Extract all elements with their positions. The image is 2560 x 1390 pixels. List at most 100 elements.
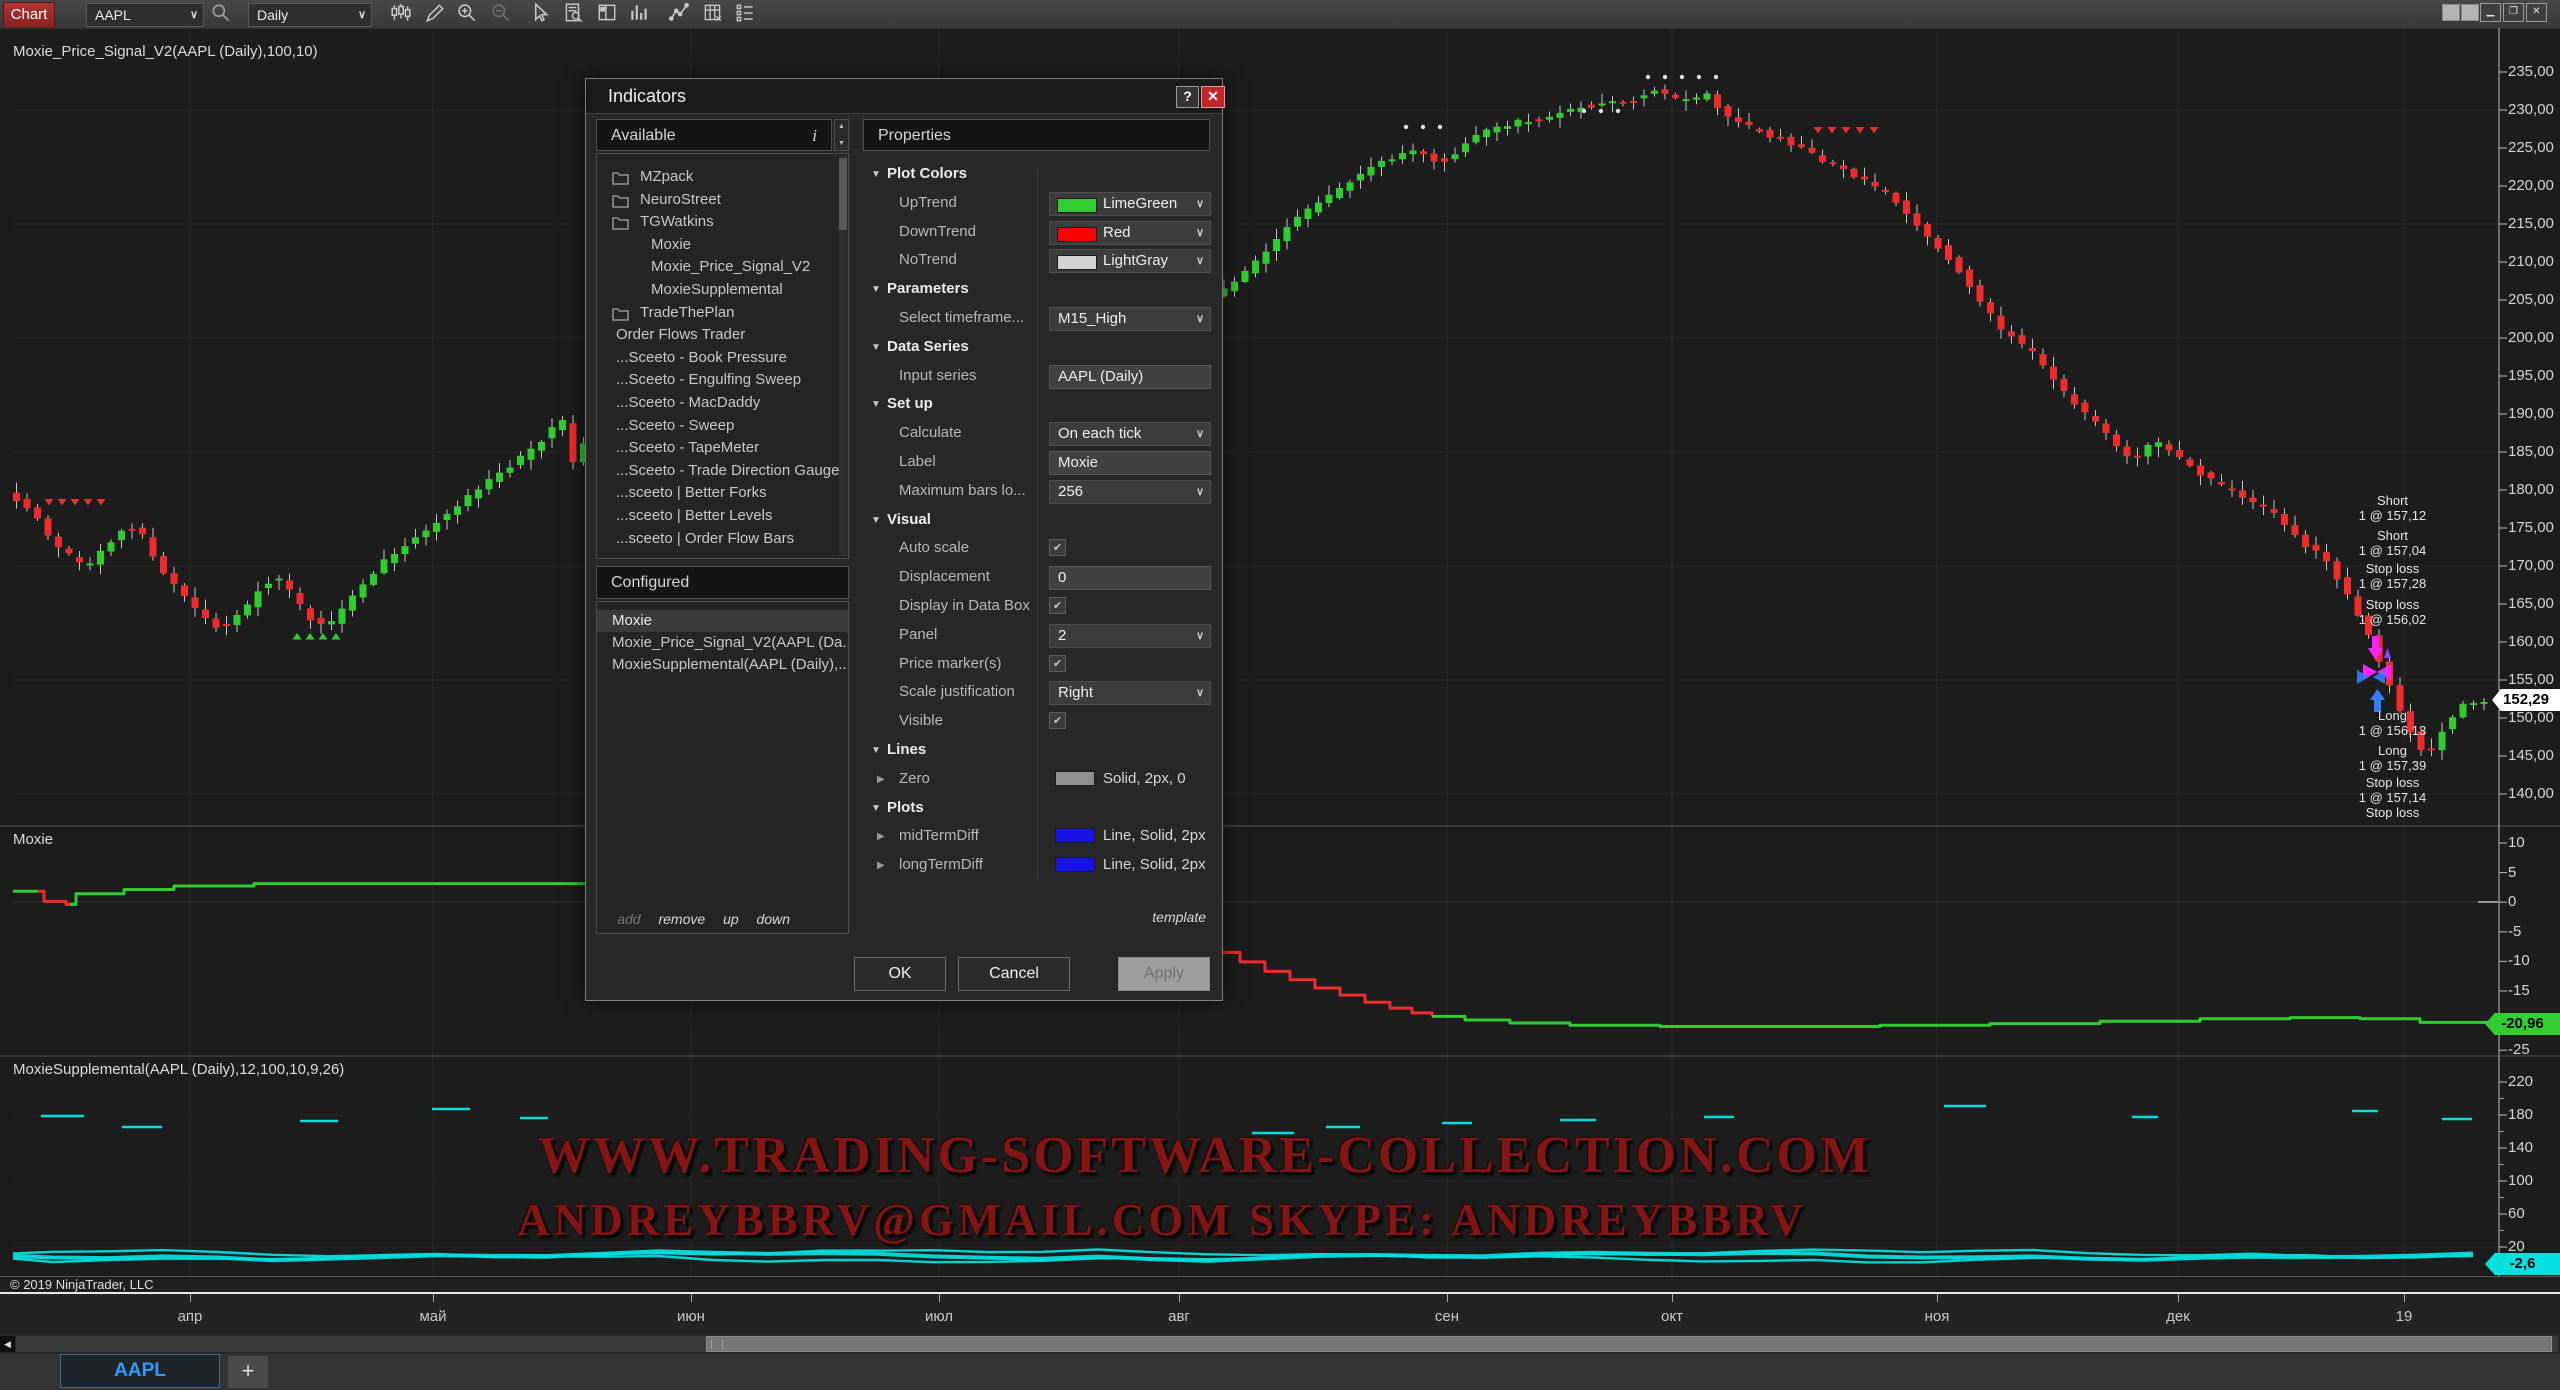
available-item[interactable]: ...sceeto | Better Forks <box>597 482 848 504</box>
trade-side: Short <box>2320 493 2465 508</box>
color-name: Red <box>1103 222 1131 244</box>
cancel-button[interactable]: Cancel <box>958 957 1070 991</box>
expand-icon[interactable]: ▶ <box>877 831 885 842</box>
color-name: LimeGreen <box>1103 193 1177 215</box>
available-item[interactable]: Order Flows Trader <box>597 324 848 346</box>
available-item[interactable]: Moxie_Price_Signal_V2 <box>597 256 848 278</box>
collapse-icon[interactable]: ▼ <box>871 342 881 353</box>
property-row: DownTrendRed∨ <box>863 219 1210 247</box>
property-label: Auto scale <box>899 539 969 556</box>
available-item[interactable]: ...Sceeto - Trade Direction Gauge <box>597 460 848 482</box>
configured-item[interactable]: Moxie <box>597 610 848 632</box>
add-tab-button[interactable]: + <box>228 1356 268 1388</box>
available-item[interactable]: MZpack <box>597 166 848 188</box>
available-item[interactable]: ...Sceeto - Sweep <box>597 415 848 437</box>
combo-select[interactable]: Right∨ <box>1049 681 1211 705</box>
available-list[interactable]: MZpackNeuroStreetTGWatkinsMoxieMoxie_Pri… <box>596 153 849 559</box>
expand-icon[interactable]: ▶ <box>877 860 885 871</box>
price-axis-label: 175,00 <box>2508 519 2558 536</box>
combo-select[interactable]: 256∨ <box>1049 480 1211 504</box>
down-button[interactable]: down <box>757 911 790 927</box>
checkbox[interactable]: ✔ <box>1049 712 1066 729</box>
help-button[interactable]: ? <box>1176 86 1199 108</box>
checkbox[interactable]: ✔ <box>1049 597 1066 614</box>
available-item[interactable]: ...Sceeto - Engulfing Sweep <box>597 369 848 391</box>
up-button[interactable]: up <box>723 911 739 927</box>
text-input[interactable]: AAPL (Daily) <box>1049 365 1211 389</box>
plot-style-value: Line, Solid, 2px <box>1103 827 1206 844</box>
price-axis-label: 235,00 <box>2508 63 2558 80</box>
collapse-icon[interactable]: ▼ <box>871 169 881 180</box>
copyright-text: © 2019 NinjaTrader, LLC <box>10 1277 154 1292</box>
price-axis-label: 180,00 <box>2508 481 2558 498</box>
property-label: Maximum bars lo... <box>899 482 1026 499</box>
available-item[interactable]: ...Sceeto - MacDaddy <box>597 392 848 414</box>
list-spinner[interactable]: ▲ ▼ <box>834 119 849 151</box>
checkbox[interactable]: ✔ <box>1049 655 1066 672</box>
dialog-title-bar[interactable]: Indicators ? ✕ <box>586 79 1222 114</box>
available-item-label: NeuroStreet <box>640 189 721 211</box>
configured-list[interactable]: add remove up down MoxieMoxie_Price_Sign… <box>596 601 849 934</box>
chevron-down-icon: ∨ <box>1196 481 1204 503</box>
template-link[interactable]: template <box>1152 909 1206 925</box>
price-axis-label: 185,00 <box>2508 443 2558 460</box>
checkbox[interactable]: ✔ <box>1049 539 1066 556</box>
collapse-icon[interactable]: ▼ <box>871 803 881 814</box>
combo-select[interactable]: On each tick∨ <box>1049 422 1211 446</box>
collapse-icon[interactable]: ▼ <box>871 745 881 756</box>
available-item-label: Moxie <box>651 234 691 256</box>
time-tick <box>190 1294 191 1302</box>
property-row: ▼Lines <box>863 737 1210 765</box>
price-axis-label: 140,00 <box>2508 785 2558 802</box>
configured-item[interactable]: Moxie_Price_Signal_V2(AAPL (Da... <box>597 632 848 654</box>
available-item[interactable]: NeuroStreet <box>597 189 848 211</box>
property-group-label: Plots <box>887 799 924 816</box>
expand-icon[interactable]: ▶ <box>877 774 885 785</box>
property-row: ▼Plot Colors <box>863 161 1210 189</box>
info-icon[interactable]: i <box>812 120 817 151</box>
property-label: Zero <box>899 770 930 787</box>
property-row: Panel2∨ <box>863 622 1210 650</box>
collapse-icon[interactable]: ▼ <box>871 399 881 410</box>
available-item-label: TGWatkins <box>640 211 714 233</box>
available-item[interactable]: TGWatkins <box>597 211 848 233</box>
folder-icon <box>612 193 629 211</box>
property-label: UpTrend <box>899 194 957 211</box>
available-item-label: ...Sceeto - Engulfing Sweep <box>616 369 801 391</box>
chevron-down-icon: ∨ <box>1196 193 1204 215</box>
available-item[interactable]: ...sceeto | Order Flow Bars <box>597 528 848 550</box>
text-input[interactable]: Moxie <box>1049 451 1211 475</box>
time-axis[interactable]: апрмайиюниюлавгсеноктноядек19 <box>0 1294 2560 1334</box>
chevron-down-icon: ∨ <box>1196 250 1204 272</box>
moxie-axis-label: 0 <box>2508 893 2558 910</box>
available-item[interactable]: Moxie <box>597 234 848 256</box>
text-input[interactable]: 0 <box>1049 566 1211 590</box>
scrollbar-thumb[interactable] <box>706 1336 2552 1352</box>
time-tick <box>1937 1294 1938 1302</box>
add-button[interactable]: add <box>617 911 640 927</box>
collapse-icon[interactable]: ▼ <box>871 284 881 295</box>
available-item[interactable]: MoxieSupplemental <box>597 279 848 301</box>
scroll-left-button[interactable]: ◀ <box>0 1336 15 1352</box>
available-item[interactable]: ...Sceeto - Book Pressure <box>597 347 848 369</box>
combo-select[interactable]: M15_High∨ <box>1049 307 1211 331</box>
available-item[interactable]: ...Sceeto - TapeMeter <box>597 437 848 459</box>
text-input-value: Moxie <box>1058 452 1098 474</box>
available-item[interactable]: TradeThePlan <box>597 302 848 324</box>
chevron-down-icon: ∨ <box>1196 222 1204 244</box>
price-axis-label: 225,00 <box>2508 139 2558 156</box>
trade-annotation: Stop loss1 @ 157,14 <box>2320 775 2465 805</box>
configured-item[interactable]: MoxieSupplemental(AAPL (Daily),... <box>597 654 848 676</box>
combo-value: 2 <box>1058 625 1066 647</box>
color-select[interactable]: LimeGreen ∨ <box>1049 192 1211 216</box>
color-select[interactable]: Red ∨ <box>1049 221 1211 245</box>
dialog-close-button[interactable]: ✕ <box>1201 86 1225 108</box>
collapse-icon[interactable]: ▼ <box>871 515 881 526</box>
available-item[interactable]: ...sceeto | Better Levels <box>597 505 848 527</box>
apply-button[interactable]: Apply <box>1118 957 1210 991</box>
combo-select[interactable]: 2∨ <box>1049 624 1211 648</box>
tab-aapl[interactable]: AAPL <box>60 1354 220 1388</box>
ok-button[interactable]: OK <box>854 957 946 991</box>
color-select[interactable]: LightGray∨ <box>1049 249 1211 273</box>
remove-button[interactable]: remove <box>658 911 705 927</box>
